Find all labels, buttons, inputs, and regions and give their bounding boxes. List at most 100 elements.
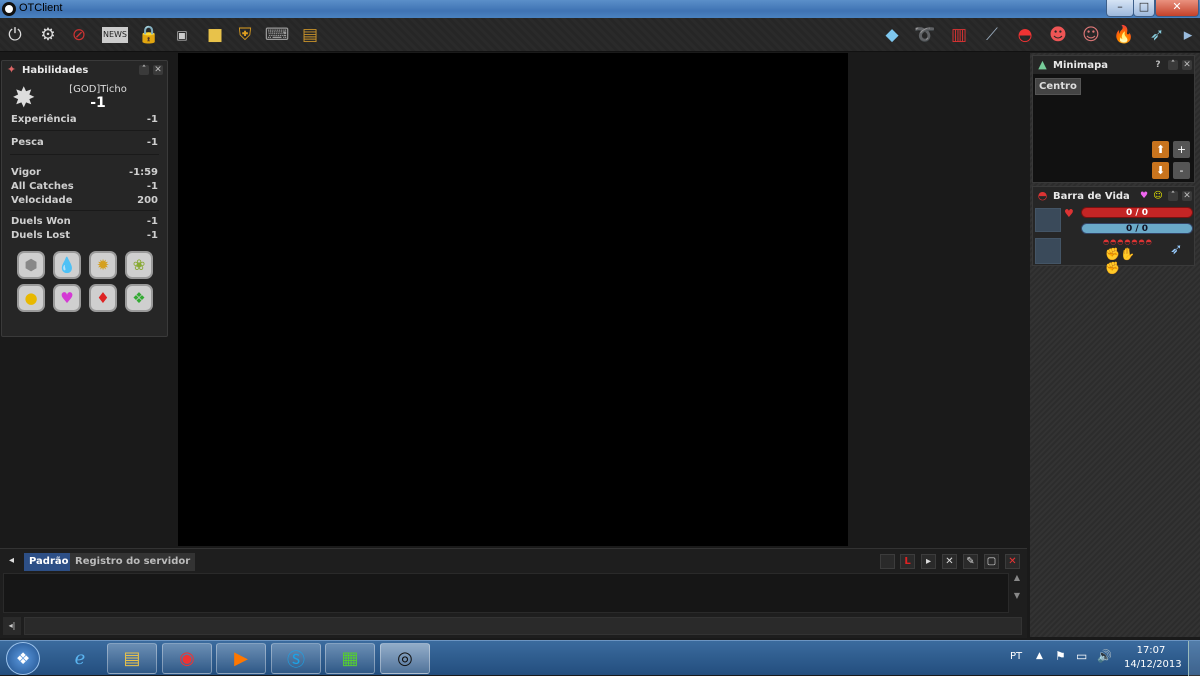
window-icon[interactable]: ▢ (984, 554, 999, 569)
file-explorer-icon[interactable]: ▤ (107, 643, 157, 674)
floor-up-icon[interactable]: ⬆ (1152, 141, 1169, 158)
divider (10, 154, 159, 155)
skill-row-all-catches: All Catches -1 (11, 181, 158, 193)
chrome-icon[interactable]: ◉ (162, 643, 212, 674)
clear-icon[interactable]: ✎ (963, 554, 978, 569)
pokeball-icon[interactable]: ◓ (1013, 23, 1037, 47)
fire-icon[interactable]: 🔥 (1112, 23, 1136, 47)
close-panel-icon[interactable]: ✕ (1182, 191, 1192, 201)
skill-value: -1 (146, 137, 158, 148)
hp-bar: 0 / 0 (1081, 207, 1193, 218)
close-panel-icon[interactable]: ✕ (153, 65, 163, 75)
rope-icon[interactable]: ➰ (913, 23, 937, 47)
player-level: -1 (90, 95, 106, 111)
fishing-rod-icon[interactable]: ⟋ (980, 23, 1004, 47)
fly-icon[interactable]: ➶ (1145, 23, 1169, 47)
zoom-in-button[interactable]: + (1173, 141, 1190, 158)
minimize-button[interactable]: – (1106, 0, 1134, 17)
fly-icon[interactable]: ➶ (1170, 240, 1188, 260)
minimize-panel-icon[interactable]: ˄ (1168, 191, 1178, 201)
prohibited-icon[interactable]: ⊘ (67, 23, 91, 47)
minimap-header: ▲ Minimapa ? ˄ ✕ (1033, 56, 1194, 74)
tab-default[interactable]: Padrão (24, 553, 74, 571)
network-icon[interactable]: ▭ (1076, 649, 1087, 663)
start-button[interactable]: ❖ (6, 642, 40, 675)
game-map-view[interactable] (178, 53, 848, 546)
skill-label: Pesca (11, 137, 44, 148)
smile-icon: ☺ (1153, 191, 1163, 201)
trainer-icon[interactable]: ☻ (1046, 23, 1070, 47)
chest-icon[interactable]: ▤ (298, 23, 322, 47)
skills-panel: ✦ Habilidades ˄ ✕ ✸ [GOD]Ticho -1 Experi… (1, 60, 168, 337)
minimize-panel-icon[interactable]: ˄ (1168, 60, 1178, 70)
close-window-button[interactable]: ✕ (1155, 0, 1199, 17)
show-desktop-button[interactable] (1188, 641, 1200, 676)
media-player-icon[interactable]: ▶ (216, 643, 266, 674)
say-mode-icon[interactable]: ◂| (3, 617, 21, 635)
floor-down-icon[interactable]: ⬇ (1152, 162, 1169, 179)
lock-icon[interactable]: 🔒 (137, 23, 161, 47)
skill-value: -1 (146, 230, 158, 241)
otclient-taskbar-icon[interactable]: ◎ (380, 643, 430, 674)
keyboard-icon[interactable]: ⌨ (265, 23, 290, 47)
box-icon[interactable]: ■ (203, 23, 227, 47)
clock-date[interactable]: 14/12/2013 (1124, 659, 1182, 670)
close-panel-icon[interactable]: ✕ (1182, 60, 1192, 70)
skill-value: -1 (146, 114, 158, 125)
close-console-icon[interactable]: ✕ (1005, 554, 1020, 569)
language-indicator[interactable]: PT (1010, 651, 1022, 662)
help-icon[interactable]: ? (1153, 60, 1163, 70)
power-icon[interactable]: ⏻ (3, 23, 27, 47)
console-scrollbar[interactable]: ▲ ▼ (1011, 573, 1023, 613)
pokedex-icon[interactable]: ▥ (947, 23, 971, 47)
heart-icon: ♥ (1139, 191, 1149, 201)
maximize-button[interactable]: □ (1133, 0, 1155, 17)
cascade-badge-icon: 💧 (53, 251, 81, 279)
divider (10, 210, 159, 211)
winrar-icon[interactable]: ▦ (325, 643, 375, 674)
top-toolbar: ⏻ ⚙ ⊘ NEWS 🔒 ▣ ■ ⛨ ⌨ ▤ ◆ ➰ ▥ ⟋ ◓ ☻ ☺ 🔥 ➶… (0, 18, 1200, 52)
skill-value: 200 (137, 195, 158, 206)
center-button[interactable]: Centro (1035, 78, 1081, 95)
shield-icon[interactable]: ⛨ (233, 23, 257, 47)
minimize-panel-icon[interactable]: ˄ (139, 65, 149, 75)
diamond-icon[interactable]: ◆ (880, 23, 904, 47)
zoom-out-button[interactable]: - (1173, 162, 1190, 179)
scroll-icon[interactable]: ▸ (1178, 23, 1198, 47)
mana-bar: 0 / 0 (1081, 223, 1193, 234)
internet-explorer-icon[interactable]: ℯ (55, 643, 105, 674)
skills-panel-header: ✦ Habilidades ˄ ✕ (2, 61, 167, 79)
skill-row-duels-lost: Duels Lost -1 (11, 230, 158, 242)
volume-icon[interactable]: 🔊 (1097, 649, 1112, 663)
checkbox-icon[interactable] (880, 554, 895, 569)
clock-time[interactable]: 17:07 (1126, 645, 1176, 656)
skill-row-experience: Experiência -1 (11, 114, 158, 126)
minimap-panel: ▲ Minimapa ? ˄ ✕ Centro ⬆ + ⬇ - (1032, 55, 1195, 183)
skills-icon: ✦ (6, 63, 17, 76)
skill-value: -1 (146, 181, 158, 192)
pokemon-slot[interactable] (1035, 238, 1061, 264)
gear-icon[interactable]: ⚙ (36, 23, 60, 47)
character-icon[interactable]: ☺ (1079, 23, 1103, 47)
news-icon[interactable]: NEWS (102, 27, 128, 43)
player-name: [GOD]Ticho (69, 84, 127, 95)
volcano-badge-icon: ♦ (89, 284, 117, 312)
flag-icon[interactable]: ⚑ (1055, 649, 1066, 663)
show-hidden-icons-icon[interactable]: ▲ (1036, 651, 1043, 661)
skill-label: Experiência (11, 114, 77, 125)
close-tab-icon[interactable]: ✕ (942, 554, 957, 569)
ignore-list-icon[interactable]: L (900, 554, 915, 569)
skill-value: -1:59 (128, 167, 158, 178)
rainbow-badge-icon: ❀ (125, 251, 153, 279)
console-panel: ◂ Padrão Registro do servidor L ▸ ✕ ✎ ▢ … (0, 548, 1027, 638)
terminal-icon[interactable]: ▣ (170, 23, 194, 47)
skype-icon[interactable]: Ⓢ (271, 643, 321, 674)
tab-server-log[interactable]: Registro do servidor (70, 553, 196, 571)
console-input[interactable] (24, 617, 1022, 635)
pokemon-slot[interactable] (1035, 208, 1061, 232)
next-tab-icon[interactable]: ▸ (921, 554, 936, 569)
pokeball-row-icon: ◓◓◓◓◓◓◓ (1103, 238, 1153, 246)
skill-label: Duels Lost (11, 230, 71, 241)
prev-tab-icon[interactable]: ◂ (4, 554, 19, 569)
skill-label: Duels Won (11, 216, 71, 227)
